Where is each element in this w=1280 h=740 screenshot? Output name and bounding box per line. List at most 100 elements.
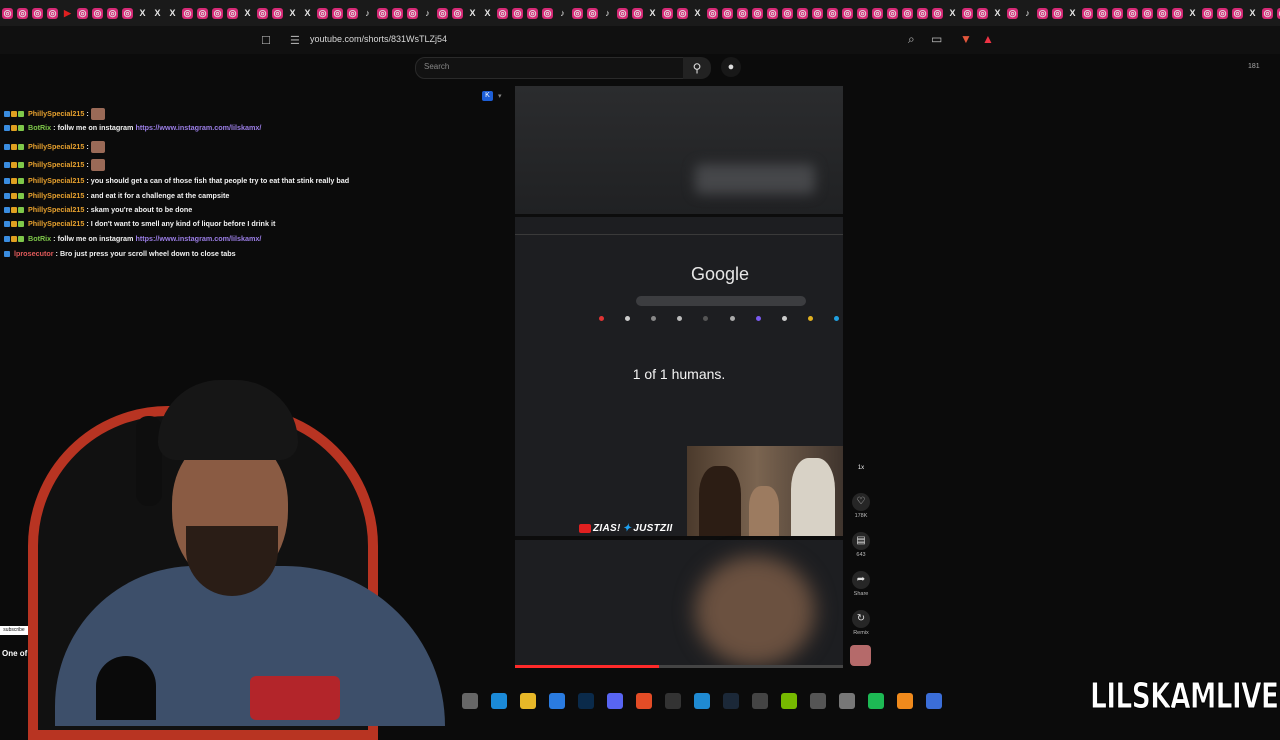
instagram-icon[interactable]: ◎: [587, 7, 598, 19]
instagram-icon[interactable]: ◎: [902, 7, 913, 19]
vscode-icon[interactable]: [693, 693, 710, 709]
chat-username[interactable]: PhillySpecial215: [28, 142, 84, 151]
instagram-icon[interactable]: ◎: [542, 7, 553, 19]
site-info-icon[interactable]: ☰: [290, 34, 300, 47]
instagram-icon[interactable]: ◎: [932, 7, 943, 19]
chat-username[interactable]: lprosecutor: [14, 249, 54, 258]
instagram-icon[interactable]: ◎: [527, 7, 538, 19]
instagram-icon[interactable]: ◎: [197, 7, 208, 19]
x-icon[interactable]: X: [482, 8, 493, 19]
instagram-icon[interactable]: ◎: [1052, 7, 1063, 19]
instagram-icon[interactable]: ◎: [452, 7, 463, 19]
shorts-video-player[interactable]: Google 1 of 1 humans. ZIAS! ✦ JUSTZII: [515, 86, 843, 668]
store-icon[interactable]: [548, 693, 565, 709]
chevron-down-icon[interactable]: ▾: [498, 92, 502, 100]
zoom-icon[interactable]: ⌕: [908, 32, 915, 47]
instagram-icon[interactable]: ◎: [2, 7, 13, 19]
instagram-icon[interactable]: ◎: [107, 7, 118, 19]
chat-link[interactable]: https://www.instagram.com/lilskamx/: [133, 234, 261, 243]
epic-icon[interactable]: [751, 693, 768, 709]
obs-icon[interactable]: [664, 693, 681, 709]
cast-icon[interactable]: ▭: [931, 32, 942, 46]
fl-icon[interactable]: [896, 693, 913, 709]
settings-icon[interactable]: [461, 693, 478, 709]
chat-username[interactable]: PhillySpecial215: [28, 219, 84, 228]
steam-icon[interactable]: [722, 693, 739, 709]
chat-username[interactable]: PhillySpecial215: [28, 176, 84, 185]
instagram-icon[interactable]: ◎: [512, 7, 523, 19]
instagram-icon[interactable]: ◎: [212, 7, 223, 19]
address-bar-url[interactable]: youtube.com/shorts/831WsTLZj54: [310, 34, 447, 44]
chat-username[interactable]: BotRix: [28, 123, 51, 132]
instagram-icon[interactable]: ◎: [1037, 7, 1048, 19]
youtube-search-box[interactable]: Search: [415, 57, 685, 79]
instagram-icon[interactable]: ◎: [572, 7, 583, 19]
4k-icon[interactable]: [809, 693, 826, 709]
instagram-icon[interactable]: ◎: [332, 7, 343, 19]
x-icon[interactable]: X: [1187, 8, 1198, 19]
instagram-icon[interactable]: ◎: [722, 7, 733, 19]
search-input[interactable]: Search: [424, 62, 449, 71]
instagram-icon[interactable]: ◎: [677, 7, 688, 19]
instagram-icon[interactable]: ◎: [1202, 7, 1213, 19]
speed-button[interactable]: 1x: [850, 463, 872, 471]
instagram-icon[interactable]: ◎: [122, 7, 133, 19]
instagram-icon[interactable]: ◎: [887, 7, 898, 19]
instagram-icon[interactable]: ◎: [857, 7, 868, 19]
instagram-icon[interactable]: ◎: [797, 7, 808, 19]
app-icon[interactable]: [925, 693, 942, 709]
instagram-icon[interactable]: ◎: [392, 7, 403, 19]
instagram-icon[interactable]: ◎: [1127, 7, 1138, 19]
extension-icon[interactable]: K: [482, 91, 493, 101]
x-icon[interactable]: X: [152, 8, 163, 19]
chat-username[interactable]: PhillySpecial215: [28, 191, 84, 200]
x-icon[interactable]: X: [947, 8, 958, 19]
share-button[interactable]: ➦ Share: [850, 571, 872, 597]
instagram-icon[interactable]: ◎: [407, 7, 418, 19]
instagram-icon[interactable]: ◎: [1172, 7, 1183, 19]
instagram-icon[interactable]: ◎: [752, 7, 763, 19]
instagram-icon[interactable]: ◎: [977, 7, 988, 19]
instagram-icon[interactable]: ◎: [812, 7, 823, 19]
x-icon[interactable]: X: [302, 8, 313, 19]
brave-icon[interactable]: [635, 693, 652, 709]
edge-icon[interactable]: [490, 693, 507, 709]
instagram-icon[interactable]: ◎: [632, 7, 643, 19]
instagram-icon[interactable]: ◎: [1142, 7, 1153, 19]
instagram-icon[interactable]: ◎: [827, 7, 838, 19]
tiktok-icon[interactable]: ♪: [422, 8, 433, 19]
instagram-icon[interactable]: ◎: [1217, 7, 1228, 19]
x-icon[interactable]: X: [1247, 8, 1258, 19]
instagram-icon[interactable]: ◎: [767, 7, 778, 19]
instagram-icon[interactable]: ◎: [17, 7, 28, 19]
browser-tab-strip[interactable]: ◎ ◎ ◎ ◎ ▶ ◎ ◎ ◎ ◎ X X X ◎ ◎ ◎ ◎ X ◎ ◎ X X ◎ ◎ ◎ ♪ ◎ ◎ ◎ ♪ ◎ ◎ X X ◎ ◎ ◎ ◎ ♪ ◎ ◎…: [0, 0, 1280, 26]
tiktok-icon[interactable]: ♪: [362, 8, 373, 19]
instagram-icon[interactable]: ◎: [707, 7, 718, 19]
instagram-icon[interactable]: ◎: [872, 7, 883, 19]
instagram-icon[interactable]: ◎: [617, 7, 628, 19]
chat-link[interactable]: https://www.instagram.com/lilskamx/: [133, 123, 261, 132]
instagram-icon[interactable]: ◎: [1112, 7, 1123, 19]
youtube-icon[interactable]: ▶: [62, 8, 73, 19]
instagram-icon[interactable]: ◎: [1007, 7, 1018, 19]
x-icon[interactable]: X: [467, 8, 478, 19]
video-progress-bar[interactable]: [515, 665, 843, 668]
instagram-icon[interactable]: ◎: [1232, 7, 1243, 19]
instagram-icon[interactable]: ◎: [92, 7, 103, 19]
instagram-icon[interactable]: ◎: [317, 7, 328, 19]
microphone-icon[interactable]: ●: [721, 57, 741, 77]
instagram-icon[interactable]: ◎: [842, 7, 853, 19]
chat-username[interactable]: PhillySpecial215: [28, 205, 84, 214]
x-icon[interactable]: X: [242, 8, 253, 19]
tiktok-icon[interactable]: ♪: [1022, 8, 1033, 19]
bookmark-icon[interactable]: □: [262, 32, 276, 48]
instagram-icon[interactable]: ◎: [32, 7, 43, 19]
instagram-icon[interactable]: ◎: [257, 7, 268, 19]
rewards-icon[interactable]: ▲: [982, 32, 994, 46]
x-icon[interactable]: X: [692, 8, 703, 19]
instagram-icon[interactable]: ◎: [347, 7, 358, 19]
instagram-icon[interactable]: ◎: [227, 7, 238, 19]
instagram-icon[interactable]: ◎: [272, 7, 283, 19]
instagram-icon[interactable]: ◎: [497, 7, 508, 19]
instagram-icon[interactable]: ◎: [1082, 7, 1093, 19]
